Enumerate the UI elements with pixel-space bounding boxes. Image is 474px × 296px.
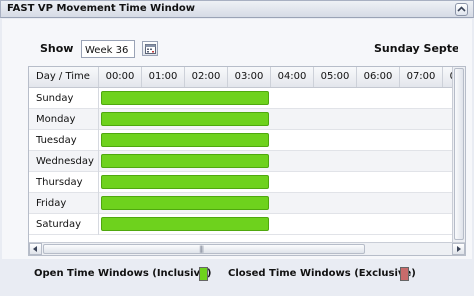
vertical-scrollbar[interactable] [452,67,465,242]
grid-header: Day / Time 00:00 01:00 02:00 03:00 04:00 05:0… [29,67,465,88]
time-window-bar[interactable] [101,133,269,147]
day-label: Sunday [29,88,99,109]
chevron-up-icon [457,6,466,12]
hour-header: 04:00 [271,67,314,87]
scroll-right-button[interactable] [452,243,465,255]
day-label: Monday [29,109,99,130]
scroll-left-button[interactable] [29,243,42,255]
legend-open-swatch [199,267,208,281]
day-row: Thursday [29,172,452,193]
time-window-bar[interactable] [101,217,269,231]
day-time-header: Day / Time [29,67,99,87]
collapse-button[interactable] [455,3,468,16]
day-row: Monday [29,109,452,130]
day-row: Wednesday [29,151,452,172]
scroll-grip: ||| [199,245,204,253]
window-titlebar: FAST VP Movement Time Window [0,0,474,18]
day-label: Saturday [29,214,99,235]
hour-header: 01:00 [142,67,185,87]
hour-header: 06:00 [357,67,400,87]
schedule-grid: Day / Time 00:00 01:00 02:00 03:00 04:00 05:0… [28,66,466,256]
show-label: Show [40,42,74,55]
hour-header: 03:00 [228,67,271,87]
calendar-icon [145,44,156,54]
day-row: Saturday [29,214,452,235]
day-row: Sunday [29,88,452,109]
time-window-bar[interactable] [101,91,269,105]
day-row: Tuesday [29,130,452,151]
calendar-button[interactable] [142,41,158,56]
week-input[interactable] [81,40,135,58]
window-title: FAST VP Movement Time Window [7,3,195,14]
arrow-right-icon [457,246,461,252]
legend-closed-label: Closed Time Windows (Exclusive) [228,268,416,279]
hour-header: 07:00 [400,67,443,87]
horizontal-scroll-thumb[interactable]: ||| [43,244,365,254]
hour-header: 00:00 [99,67,142,87]
day-label: Thursday [29,172,99,193]
day-row: Friday [29,193,452,214]
time-window-bar[interactable] [101,112,269,126]
legend-open-label: Open Time Windows (Inclusive) [34,268,212,279]
legend-closed-swatch [400,267,409,281]
day-label: Tuesday [29,130,99,151]
time-window-bar[interactable] [101,175,269,189]
horizontal-scrollbar[interactable]: ||| [29,242,465,255]
time-window-bar[interactable] [101,154,269,168]
vertical-scroll-thumb[interactable] [454,68,464,240]
hour-header: 05:00 [314,67,357,87]
hour-header: 02:00 [185,67,228,87]
arrow-left-icon [33,246,37,252]
day-label: Wednesday [29,151,99,172]
day-label: Friday [29,193,99,214]
time-window-bar[interactable] [101,196,269,210]
date-label: Sunday Septe [374,42,458,55]
